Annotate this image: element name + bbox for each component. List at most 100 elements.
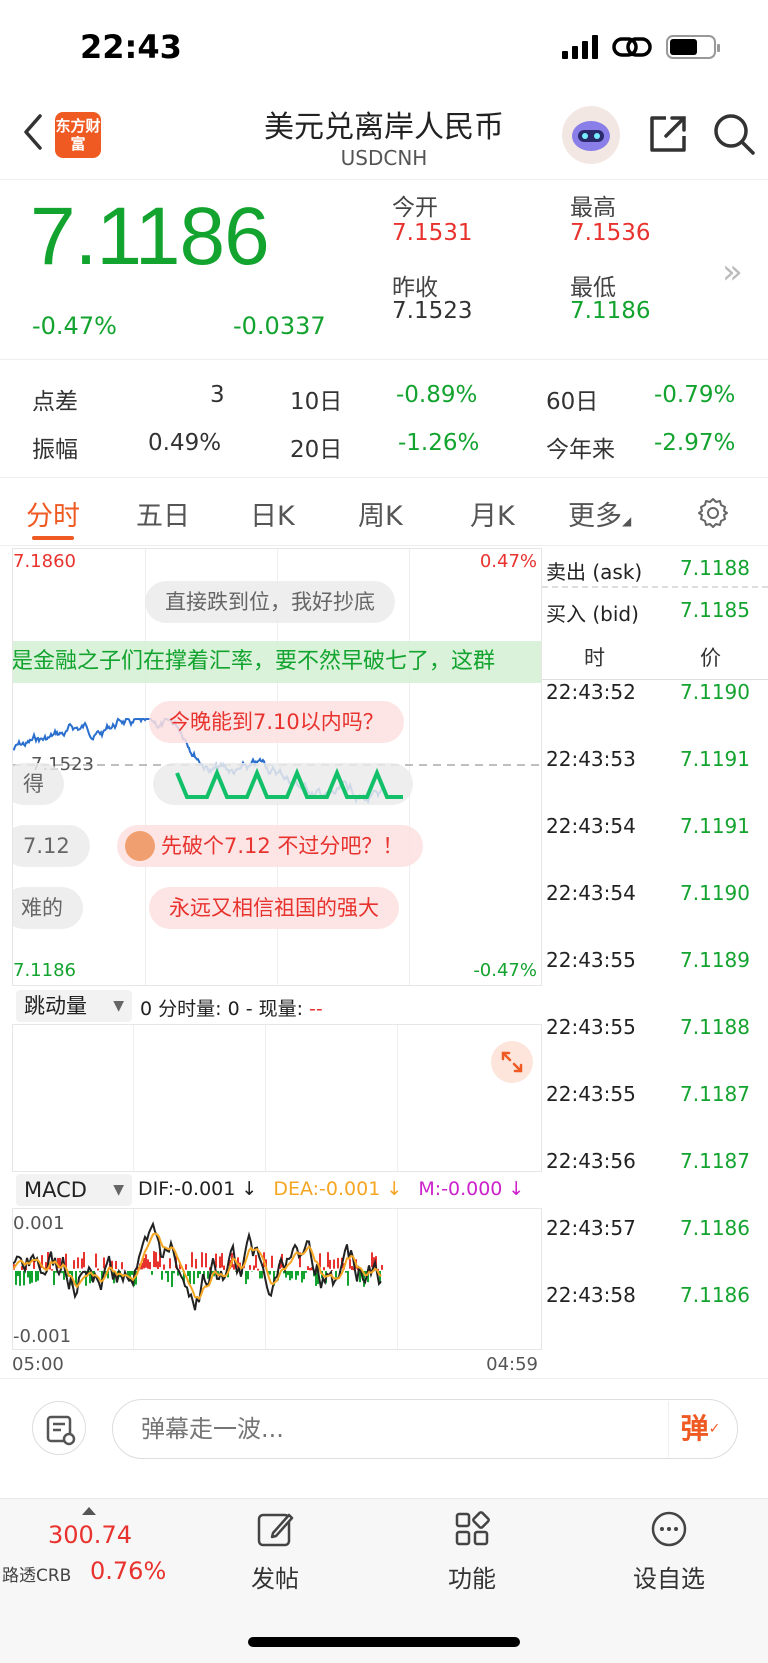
danmu-text: 先破个7.12 不过分吧？！ [161, 834, 404, 858]
macd-histogram-bar [205, 1253, 207, 1268]
tick-price: 7.1186 [680, 1216, 750, 1240]
post-label: 发帖 [251, 1565, 299, 1593]
home-indicator [248, 1637, 520, 1647]
macd-histogram-bar [303, 1271, 305, 1280]
comment-input[interactable] [112, 1399, 738, 1459]
tick-time: 22:43:56 [546, 1149, 636, 1173]
danmu-comment[interactable]: 先破个7.12 不过分吧？！ [117, 825, 424, 867]
tick-time: 22:43:55 [546, 1015, 636, 1039]
macd-histogram-bar [149, 1261, 151, 1270]
macd-histogram-bar [191, 1252, 193, 1268]
danmu-comment[interactable]: 直接跌到位，我好抄底 [145, 581, 395, 623]
danmu-toggle-label: 弹 [680, 1412, 709, 1445]
tick-price: 7.1187 [680, 1149, 750, 1173]
macd-histogram-bar [171, 1271, 173, 1287]
tick-row: 22:43:55 7.1187 [542, 1074, 768, 1114]
gear-icon[interactable] [696, 496, 730, 530]
macd-histogram-bar [51, 1269, 53, 1271]
tab-daily-k[interactable]: 日K [250, 494, 295, 533]
danmu-toggle-button[interactable]: 弹✓ [668, 1401, 732, 1457]
macd-histogram-bar [223, 1265, 225, 1270]
tick-time: 22:43:53 [546, 747, 636, 771]
caret-down-icon: ▼ [113, 1182, 124, 1198]
macd-histogram-bar [77, 1257, 79, 1269]
amplitude-label: 振幅 [32, 437, 78, 463]
chevron-right-icon[interactable]: » [722, 252, 743, 292]
danmu-comment[interactable]: 得 [13, 763, 64, 805]
macd-dropdown-label: MACD [24, 1178, 87, 1202]
tick-time: 22:43:54 [546, 814, 636, 838]
d60-label: 60日 [546, 389, 599, 415]
low-value: 7.1186 [570, 298, 651, 324]
macd-histogram-bar [287, 1271, 289, 1275]
macd-histogram-bar [161, 1271, 163, 1280]
spread-label: 点差 [32, 389, 78, 415]
bottom-toolbar: 300.74 路透CRB 0.76% 发帖 功能 设自选 [0, 1498, 768, 1663]
macd-histogram-bar [97, 1268, 99, 1271]
danmu-comment-blank[interactable] [153, 763, 413, 805]
danmu-comment[interactable]: 是金融之子们在撑着汇率，要不然早破七了，这群 [13, 641, 541, 683]
open-value: 7.1531 [392, 220, 473, 246]
expand-icon[interactable] [491, 1041, 533, 1083]
spread-value: 3 [210, 382, 225, 408]
volume-indicator-dropdown[interactable]: 跳动量 ▼ [16, 990, 132, 1022]
danmu-comment[interactable]: 难的 [13, 887, 83, 929]
signal-icon [562, 35, 598, 59]
macd-histogram-bar [309, 1267, 311, 1271]
post-button[interactable]: 发帖 [225, 1509, 325, 1594]
macd-histogram-bar [335, 1271, 337, 1278]
macd-dea: DEA:-0.001 ↓ [273, 1178, 403, 1200]
battery-icon [666, 35, 720, 59]
end-time: 04:59 [486, 1354, 538, 1375]
tab-intraday[interactable]: 分时 [26, 494, 80, 533]
tab-more[interactable]: 更多◢ [568, 494, 631, 533]
robot-assistant-icon[interactable] [562, 106, 620, 164]
tick-price: 7.1190 [680, 680, 750, 704]
start-time: 05:00 [12, 1354, 64, 1375]
tick-price: 7.1189 [680, 948, 750, 972]
macd-histogram-bar [301, 1271, 303, 1283]
macd-indicator-dropdown[interactable]: MACD ▼ [16, 1174, 132, 1206]
more-circle-icon [651, 1511, 687, 1547]
macd-histogram-bar [73, 1260, 75, 1269]
tab-five-day[interactable]: 五日 [136, 494, 190, 533]
macd-histogram-bar [157, 1261, 159, 1270]
tick-row: 22:43:53 7.1191 [542, 739, 768, 779]
danmu-comment[interactable]: 7.12 [13, 825, 90, 867]
tick-row: 22:43:56 7.1187 [542, 1141, 768, 1181]
macd-histogram-bar [249, 1265, 251, 1270]
macd-histogram-bar [19, 1271, 21, 1286]
amplitude-value: 0.49% [148, 430, 222, 456]
add-watchlist-button[interactable]: 设自选 [619, 1509, 719, 1594]
macd-histogram-bar [29, 1271, 31, 1284]
search-icon[interactable] [710, 110, 758, 158]
chart-tabs: 分时 五日 日K 周K 月K 更多◢ [0, 480, 768, 546]
macd-histogram-bar [337, 1257, 339, 1269]
tab-monthly-k[interactable]: 月K [470, 494, 515, 533]
macd-histogram-bar [257, 1268, 259, 1271]
comment-bar: 弹✓ [0, 1378, 768, 1478]
macd-histogram-bar [305, 1271, 307, 1273]
macd-dif: DIF:-0.001 ↓ [138, 1178, 258, 1200]
macd-histogram-bar [147, 1259, 149, 1269]
functions-button[interactable]: 功能 [422, 1509, 522, 1594]
macd-histogram-bar [333, 1259, 335, 1269]
macd-histogram-bar [187, 1271, 189, 1277]
danmu-comment[interactable]: 永远又相信祖国的强大 [149, 887, 399, 929]
tick-row: 22:43:54 7.1190 [542, 873, 768, 913]
macd-histogram-bar [269, 1271, 271, 1275]
macd-histogram-bar [291, 1271, 293, 1279]
tab-weekly-k[interactable]: 周K [358, 494, 403, 533]
chart-bottom-price: 7.1186 [13, 960, 76, 981]
chart-bottom-pct: -0.47% [473, 960, 537, 981]
tick-time: 22:43:54 [546, 881, 636, 905]
macd-histogram-bar [323, 1267, 325, 1271]
danmu-comment[interactable]: 今晚能到7.10以内吗？ [149, 701, 404, 743]
quote-panel: 7.1186 -0.47% -0.0337 今开 7.1531 最高 7.153… [0, 180, 768, 360]
macd-histogram-bar [163, 1264, 165, 1270]
share-icon[interactable] [646, 112, 690, 156]
nav-bar: 东方财富 美元兑离岸人民币 USDCNH [0, 96, 768, 180]
note-settings-icon[interactable] [32, 1401, 86, 1455]
macd-histogram-bar [81, 1258, 83, 1269]
intraday-chart[interactable]: 7.1860 0.47% 7.1186 -0.47% 7.1523 直接跌到位，… [12, 548, 542, 986]
